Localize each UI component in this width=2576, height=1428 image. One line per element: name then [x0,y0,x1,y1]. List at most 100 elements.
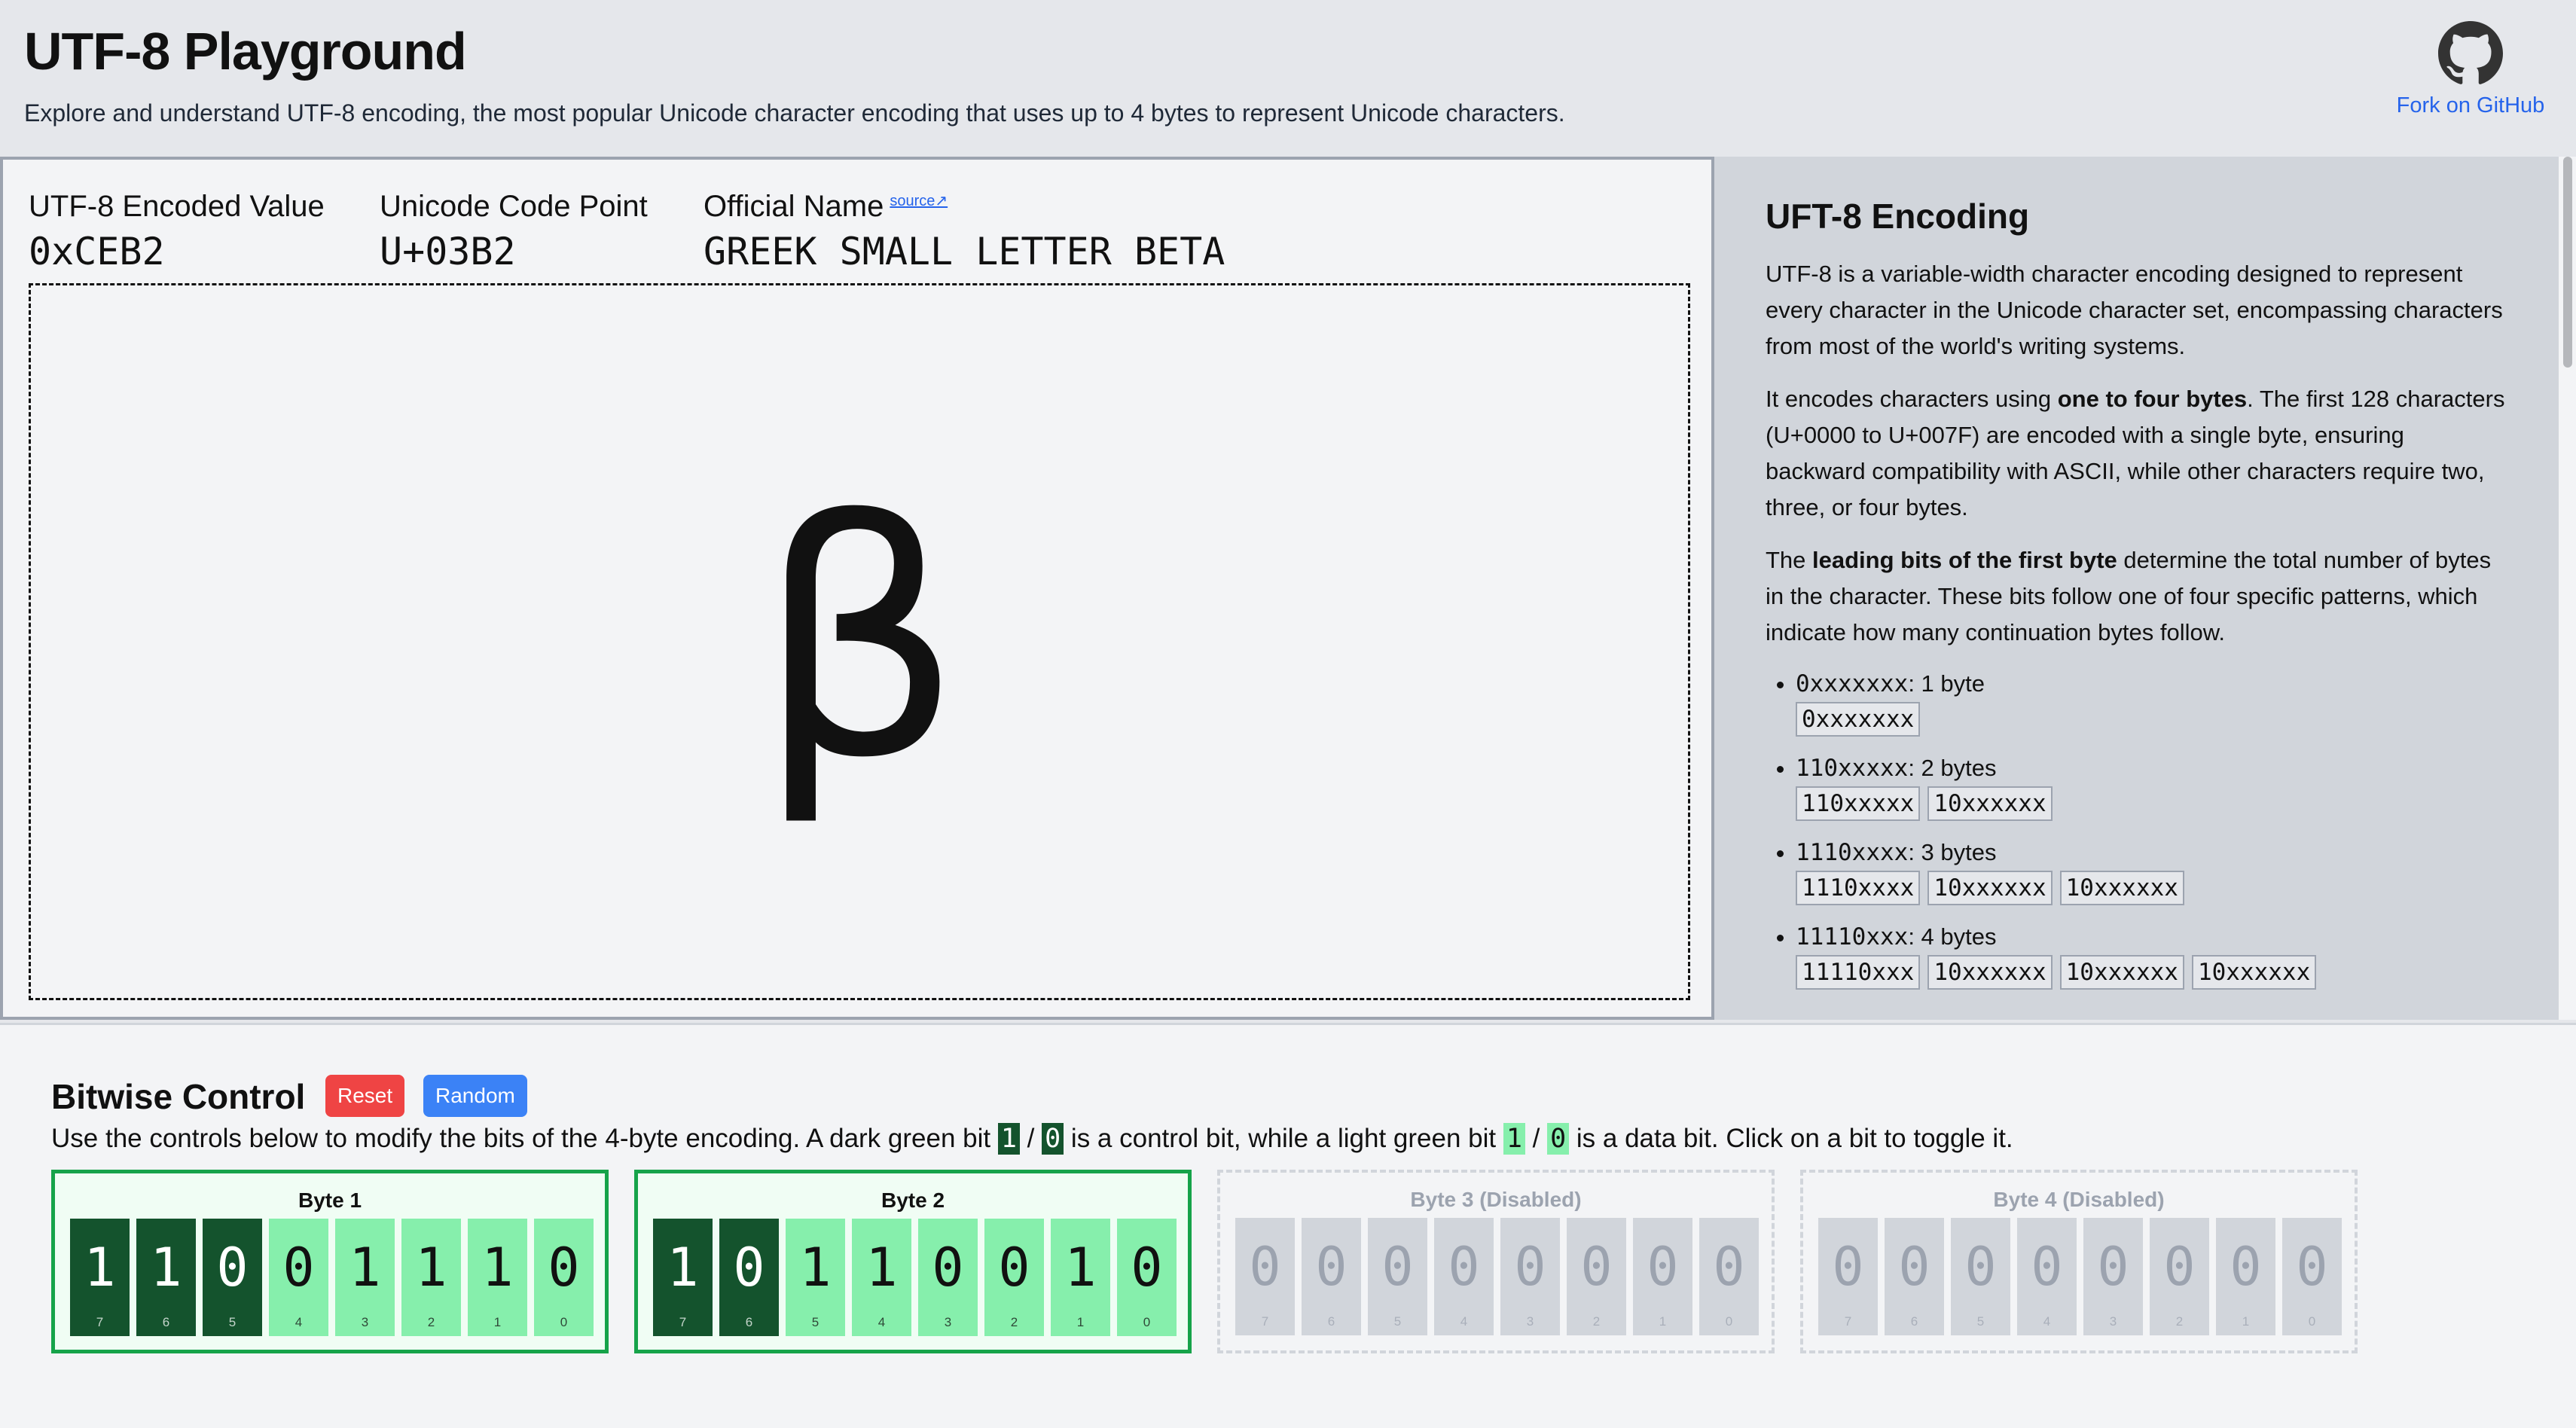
bit-value: 0 [998,1237,1030,1298]
source-link[interactable]: source↗ [890,193,948,209]
official-name-block: Official Name source↗ GREEK SMALL LETTER … [704,190,1225,273]
bit-index: 6 [1327,1314,1335,1329]
bit-toggle[interactable]: 05 [203,1219,262,1336]
bit-toggle[interactable]: 15 [786,1219,845,1336]
emphasis-text: one to four bytes [2057,386,2248,412]
bit-index: 7 [679,1315,687,1329]
pattern-byte-box: 11110xxx [1796,955,1921,990]
pattern-description: : 2 bytes [1908,755,1997,781]
bit-toggle[interactable]: 16 [136,1219,196,1336]
pattern-byte-box: 10xxxxxx [1927,786,2053,821]
github-link-label: Fork on GitHub [2396,93,2545,117]
pattern-byte-box: 10xxxxxx [2191,955,2317,990]
explanation-scrollbar[interactable] [2558,157,2576,1020]
bit-index: 4 [295,1315,303,1329]
bit-index: 3 [2109,1314,2117,1329]
pattern-description: : 4 bytes [1908,923,1997,950]
bit-index: 0 [1725,1314,1733,1329]
page-title: UTF-8 Playground [24,22,467,81]
bit-index: 0 [560,1315,568,1329]
bit-index: 7 [1844,1314,1852,1329]
bit-toggle: 06 [1885,1218,1944,1335]
bit-value: 0 [1713,1236,1745,1298]
pattern-code: 110xxxxx [1796,755,1909,782]
bit-value: 0 [2163,1236,2196,1298]
byte-pattern-item: 110xxxxx: 2 bytes 110xxxxx10xxxxxx [1796,752,2510,821]
bit-index: 7 [96,1315,104,1329]
emphasis-text: leading bits of the first byte [1812,547,2117,573]
bit-toggle[interactable]: 00 [1117,1219,1177,1336]
bit-toggle: 01 [2216,1218,2275,1335]
bit-toggle: 05 [1368,1218,1427,1335]
legend-data-bit-zero: 0 [1547,1123,1570,1155]
bit-value: 0 [733,1237,765,1298]
bit-toggle: 04 [2017,1218,2077,1335]
bit-value: 0 [1514,1236,1546,1298]
bit-toggle[interactable]: 13 [335,1219,395,1336]
character-glyph: β [755,453,963,830]
bit-value: 0 [2031,1236,2063,1298]
encoded-value-block: UTF-8 Encoded Value 0xCEB2 [29,190,325,273]
bit-toggle[interactable]: 14 [852,1219,911,1336]
bit-value: 1 [481,1237,514,1298]
bit-value: 0 [1898,1236,1930,1298]
bit-toggle[interactable]: 17 [70,1219,130,1336]
bit-toggle: 02 [1567,1218,1626,1335]
random-button[interactable]: Random [423,1075,527,1117]
bit-index: 6 [162,1315,170,1329]
byte-pattern-item: 11110xxx: 4 bytes11110xxx10xxxxxx10xxxxx… [1796,920,2510,990]
bit-index: 5 [1393,1314,1402,1329]
bit-toggle: 00 [2282,1218,2342,1335]
byte-label: Byte 3 (Disabled) [1410,1188,1582,1211]
pattern-byte-box: 10xxxxxx [1927,871,2053,905]
pattern-byte-boxes: 0xxxxxxx [1796,702,2510,737]
pattern-description: : 1 byte [1908,670,1985,697]
explanation-title: UFT-8 Encoding [1766,197,2030,236]
bit-value: 0 [932,1237,964,1298]
bit-value: 0 [1315,1236,1348,1298]
bit-toggle[interactable]: 11 [1051,1219,1110,1336]
explanation-paragraph-3: The leading bits of the first byte deter… [1766,547,2492,645]
bit-index: 5 [1976,1314,1985,1329]
bit-toggle[interactable]: 11 [468,1219,527,1336]
bit-toggle[interactable]: 03 [918,1219,978,1336]
bit-index: 3 [944,1315,952,1329]
reset-button[interactable]: Reset [325,1075,405,1117]
byte-4-group: Byte 4 (Disabled) 0 7 0 6 0 5 0 4 0 3 0 2 0 1 0 0 [1800,1170,2358,1353]
bit-toggle[interactable]: 12 [401,1219,461,1336]
byte-2-group: Byte 21706151403021100 [634,1170,1192,1353]
scrollbar-thumb[interactable] [2563,157,2572,368]
bit-index: 1 [1659,1314,1667,1329]
bit-value: 0 [1448,1236,1480,1298]
fork-on-github-link[interactable]: Fork on GitHub [2388,21,2553,118]
legend-control-bit-zero: 0 [1042,1123,1064,1155]
bit-value: 0 [216,1237,249,1298]
byte-pattern-list: 0xxxxxxx: 1 byte0xxxxxxx110xxxxx: 2 byte… [1766,667,2510,990]
bit-index: 2 [2175,1314,2184,1329]
glyph-preview-box: β [29,283,1690,1000]
official-name-value: GREEK SMALL LETTER BETA [704,230,1225,273]
page-header: UTF-8 Playground Explore and understand … [0,0,2576,157]
bit-index: 1 [1076,1315,1085,1329]
bit-index: 2 [1010,1315,1018,1329]
legend-control-bit-one: 1 [997,1123,1020,1155]
bit-value: 1 [415,1237,447,1298]
bitwise-control-title: Bitwise Control [51,1077,306,1116]
bit-value: 1 [150,1237,182,1298]
bit-toggle: 07 [1235,1218,1295,1335]
pattern-byte-box: 10xxxxxx [2059,955,2184,990]
code-point-value: U+03B2 [380,230,516,273]
bit-toggle[interactable]: 17 [653,1219,713,1336]
bit-value: 1 [865,1237,898,1298]
bit-toggle[interactable]: 04 [269,1219,328,1336]
bit-toggle[interactable]: 00 [534,1219,594,1336]
byte-pattern-item: 1110xxxx: 3 bytes1110xxxx10xxxxxx10xxxxx… [1796,836,2510,905]
bit-toggle[interactable]: 02 [984,1219,1044,1336]
bit-value: 1 [799,1237,832,1298]
bit-toggle: 03 [1500,1218,1560,1335]
code-point-block: Unicode Code Point U+03B2 [380,190,648,273]
bit-value: 1 [667,1237,699,1298]
bit-value: 0 [1381,1236,1414,1298]
pattern-byte-boxes: 110xxxxx 10xxxxxx [1796,786,2510,821]
bit-toggle[interactable]: 06 [719,1219,779,1336]
